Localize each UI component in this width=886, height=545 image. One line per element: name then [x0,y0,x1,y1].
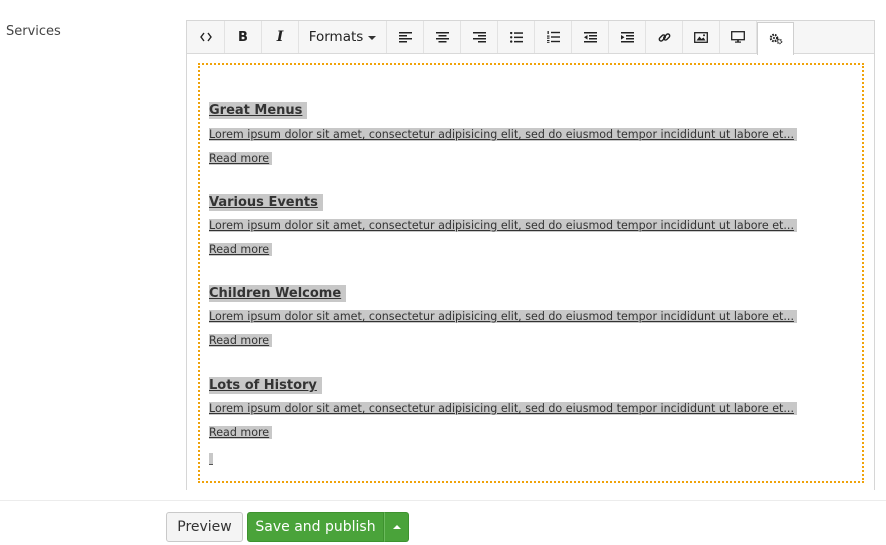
publish-options-toggle[interactable] [384,512,409,542]
link-icon [658,32,670,42]
read-more-link[interactable]: Read more [209,243,273,256]
rich-text-editor: B I Formats Great Menus Lorem ipsum dolo… [186,20,875,490]
section-heading: Children Welcome [209,285,347,302]
italic-icon: I [276,29,284,45]
outdent-button[interactable] [572,21,609,53]
bold-button[interactable]: B [225,21,262,53]
formats-label: Formats [308,29,364,45]
image-button[interactable] [683,21,720,53]
empty-paragraph-marker [209,453,213,465]
field-label: Services [6,24,61,39]
indent-button[interactable] [609,21,646,53]
editor-content-area[interactable]: Great Menus Lorem ipsum dolor sit amet, … [198,63,864,483]
section-text: Lorem ipsum dolor sit amet, consectetur … [209,310,797,323]
gears-icon [769,33,782,45]
source-code-button[interactable] [188,21,225,53]
content-section: Lots of History Lorem ipsum dolor sit am… [209,374,797,439]
section-text: Lorem ipsum dolor sit amet, consectetur … [209,128,797,141]
caret-up-icon [392,525,401,529]
content-section: Great Menus Lorem ipsum dolor sit amet, … [209,99,797,165]
bullet-list-icon [509,31,523,43]
bold-icon: B [238,29,248,45]
content-section: Various Events Lorem ipsum dolor sit ame… [209,191,797,256]
save-and-publish-button[interactable]: Save and publish [247,512,384,542]
section-text: Lorem ipsum dolor sit amet, consectetur … [209,402,797,415]
align-center-button[interactable] [424,21,461,53]
align-center-icon [435,31,449,42]
read-more-link[interactable]: Read more [209,152,273,165]
align-right-button[interactable] [461,21,498,53]
form-actions-bar: Preview Save and publish [0,500,886,545]
editor-toolbar: B I Formats [187,21,874,55]
section-text: Lorem ipsum dolor sit amet, consectetur … [209,219,797,232]
align-right-icon [472,31,486,42]
monitor-icon [731,31,745,43]
italic-button[interactable]: I [262,21,299,53]
caret-down-icon [368,36,377,40]
content-section: Children Welcome Lorem ipsum dolor sit a… [209,282,797,347]
code-icon [200,32,212,42]
numbered-list-icon [546,31,560,43]
formats-dropdown[interactable]: Formats [299,21,387,53]
align-left-icon [398,31,412,42]
align-left-button[interactable] [387,21,424,53]
section-heading: Great Menus [209,102,308,119]
indent-icon [620,31,634,42]
read-more-link[interactable]: Read more [209,426,273,439]
section-heading: Lots of History [209,377,322,394]
numbered-list-button[interactable] [535,21,572,53]
link-button[interactable] [646,21,683,53]
read-more-link[interactable]: Read more [209,334,273,347]
preview-button[interactable]: Preview [166,512,243,542]
section-heading: Various Events [209,194,323,211]
embed-media-button[interactable] [720,21,757,53]
bullet-list-button[interactable] [498,21,535,53]
outdent-icon [583,31,597,42]
image-icon [694,31,708,43]
settings-button[interactable] [757,22,794,55]
